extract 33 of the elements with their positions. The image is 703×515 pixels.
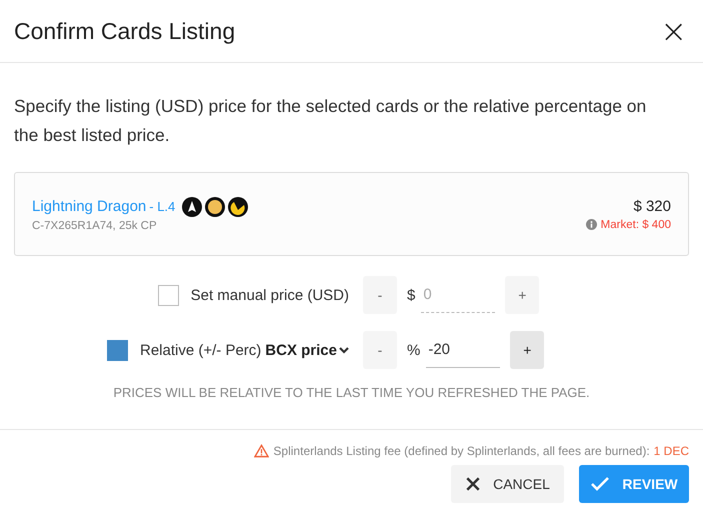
fee-amount: 1 DEC	[654, 444, 689, 458]
circle-icon	[205, 196, 226, 216]
close-icon	[465, 476, 482, 492]
instructions-text: Specify the listing (USD) price for the selected cards or the relative percentage on the best listed price.	[14, 95, 648, 147]
checkbox[interactable]	[158, 284, 179, 306]
review-button[interactable]: REVIEW	[579, 465, 689, 503]
market-price: Market: $ 400	[600, 218, 671, 230]
option-label: Set manual price (USD)	[190, 286, 349, 304]
dialog-title: Confirm Cards Listing	[14, 18, 236, 44]
arrowhead-icon	[182, 196, 202, 216]
card-level: - L.4	[149, 199, 176, 214]
increment-button[interactable]: +	[505, 276, 540, 314]
option-label: Relative (+/- Perc)	[140, 342, 262, 358]
increment-button[interactable]: +	[510, 331, 544, 369]
decrement-button[interactable]: -	[363, 331, 397, 369]
unit-label: %	[407, 342, 420, 358]
info-icon	[586, 219, 597, 230]
card-name[interactable]: Lightning Dragon	[32, 198, 146, 215]
price-dropdown[interactable]: BCX price	[265, 342, 349, 358]
chevron-icon	[339, 346, 349, 354]
decrement-button[interactable]: -	[363, 276, 397, 314]
checkbox[interactable]	[107, 340, 128, 360]
cancel-button[interactable]: CANCEL	[451, 465, 564, 503]
unit-label: $	[407, 286, 416, 304]
wedge-icon	[228, 196, 248, 216]
price-input[interactable]: -20	[426, 332, 500, 368]
warning-icon	[254, 444, 270, 458]
card-price: $ 320	[632, 198, 671, 214]
fee-text: Splinterlands Listing fee (defined by Splinterlands, all fees are burned):	[273, 444, 650, 458]
card-details: C-7X265R1A74, 25k CP	[32, 220, 158, 232]
close-button[interactable]: ×	[660, 15, 687, 47]
refresh-note: PRICES WILL BE RELATIVE TO THE LAST TIME YOU REFRESHED THE PAGE.	[112, 385, 591, 400]
checkmark-icon	[590, 476, 610, 492]
